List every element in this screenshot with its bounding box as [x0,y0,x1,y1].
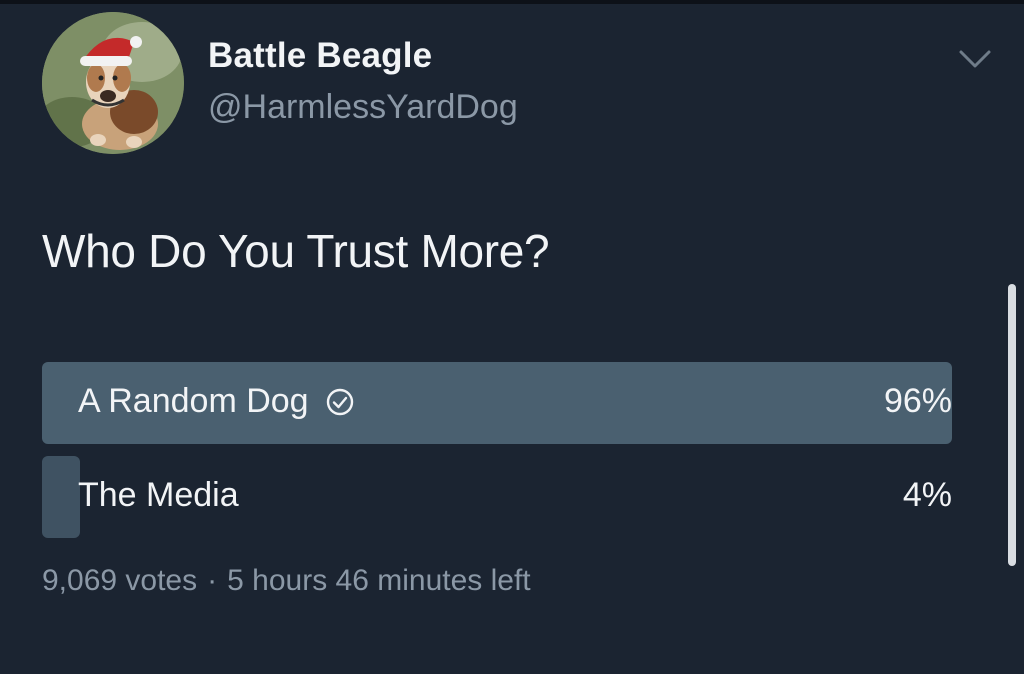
poll-bar-fill [42,456,80,538]
poll-option-label: The Media [78,476,239,514]
vote-count: 9,069 votes [42,564,198,597]
poll-option-1[interactable]: A Random Dog 96% [42,362,952,444]
separator: · [207,564,218,597]
poll-option-percent: 4% [902,476,952,514]
top-edge [0,0,1024,4]
avatar-image [42,12,184,154]
display-name[interactable]: Battle Beagle [208,36,432,76]
poll-option-label-wrap: A Random Dog [78,382,355,421]
user-handle[interactable]: @HarmlessYardDog [208,88,518,127]
tweet-text: Who Do You Trust More? [42,225,550,277]
avatar[interactable] [42,12,184,154]
chevron-down-icon[interactable] [958,46,992,72]
poll-meta: 9,069 votes · 5 hours 46 minutes left [42,564,531,598]
poll-option-percent: 96% [883,382,952,420]
tweet-card: Battle Beagle @HarmlessYardDog Who Do Yo… [0,0,1024,674]
poll-option-2[interactable]: The Media 4% [42,456,952,538]
poll-option-label-wrap: The Media [78,476,239,515]
time-left: 5 hours 46 minutes left [227,564,531,597]
poll-option-label: A Random Dog [78,382,309,420]
scrollbar[interactable] [1008,284,1016,566]
check-circle-icon [326,388,353,415]
